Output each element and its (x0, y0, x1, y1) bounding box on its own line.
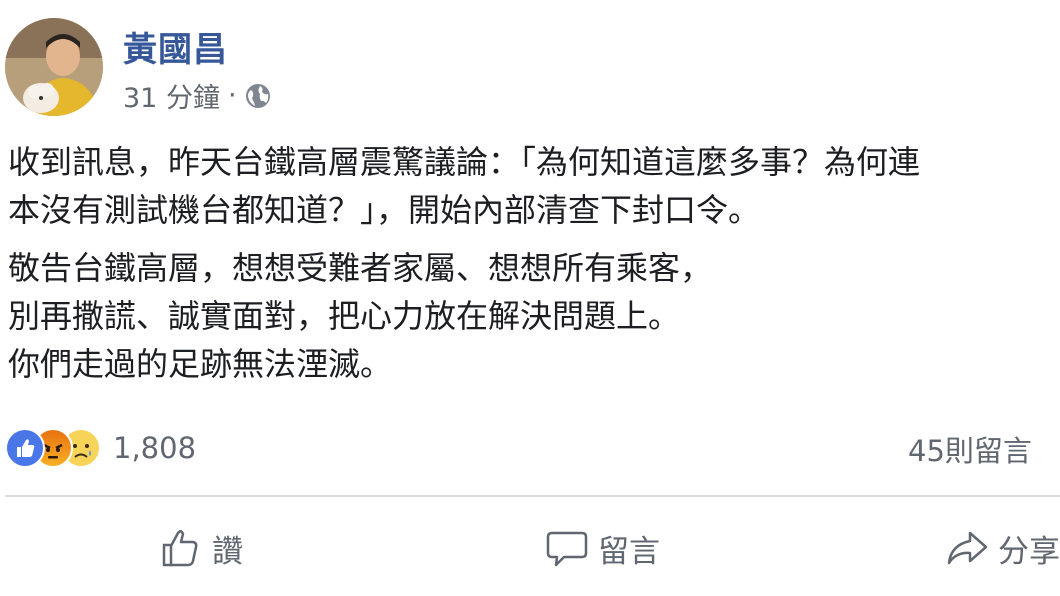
divider (5, 495, 1060, 497)
avatar-image (5, 18, 103, 116)
post-line: 本沒有測試機台都知道？」，開始內部清查下封口令。 (8, 191, 761, 229)
facebook-post: 黃國昌 31 分鐘 · 收到訊息，昨天台鐵高層震驚議論：「為何知道這麼多事？為何… (0, 0, 1060, 596)
comment-button[interactable]: 留言 (544, 520, 660, 576)
like-icon (5, 428, 45, 468)
like-button[interactable]: 讚 (158, 520, 243, 576)
comment-icon (546, 531, 588, 567)
reaction-count[interactable]: 1,808 (113, 431, 196, 465)
meta-separator: · (227, 80, 237, 111)
avatar[interactable] (5, 18, 103, 116)
post-paragraph-1: 收到訊息，昨天台鐵高層震驚議論：「為何知道這麼多事？為何連 本沒有測試機台都知道… (8, 138, 1060, 234)
post-meta: 31 分鐘 · (123, 76, 271, 115)
thumbs-up-icon (162, 530, 198, 567)
comment-count[interactable]: 45則留言 (908, 428, 1032, 470)
post-line: 別再撒謊、誠實面對，把心力放在解決問題上。 (8, 297, 681, 335)
reactions-summary[interactable]: 1,808 (5, 426, 196, 470)
post-line: 敬告台鐵高層，想想受難者家屬、想想所有乘客， (8, 249, 713, 287)
post-line: 你們走過的足跡無法湮滅。 (8, 345, 393, 383)
post-body: 收到訊息，昨天台鐵高層震驚議論：「為何知道這麼多事？為何連 本沒有測試機台都知道… (8, 138, 1060, 398)
globe-icon[interactable] (245, 83, 271, 109)
share-label: 分享 (998, 533, 1060, 570)
author-name[interactable]: 黃國昌 (123, 22, 228, 71)
post-actions: 讚 留言 分享 (0, 520, 1060, 580)
post-timestamp[interactable]: 31 分鐘 (123, 76, 220, 115)
post-line: 收到訊息，昨天台鐵高層震驚議論：「為何知道這麼多事？為何連 (8, 143, 921, 181)
like-label: 讚 (212, 533, 243, 570)
post-paragraph-2: 敬告台鐵高層，想想受難者家屬、想想所有乘客， 別再撒謊、誠實面對，把心力放在解決… (8, 244, 1060, 388)
share-button[interactable]: 分享 (944, 520, 1060, 576)
comment-label: 留言 (598, 533, 660, 570)
share-icon (947, 531, 988, 565)
